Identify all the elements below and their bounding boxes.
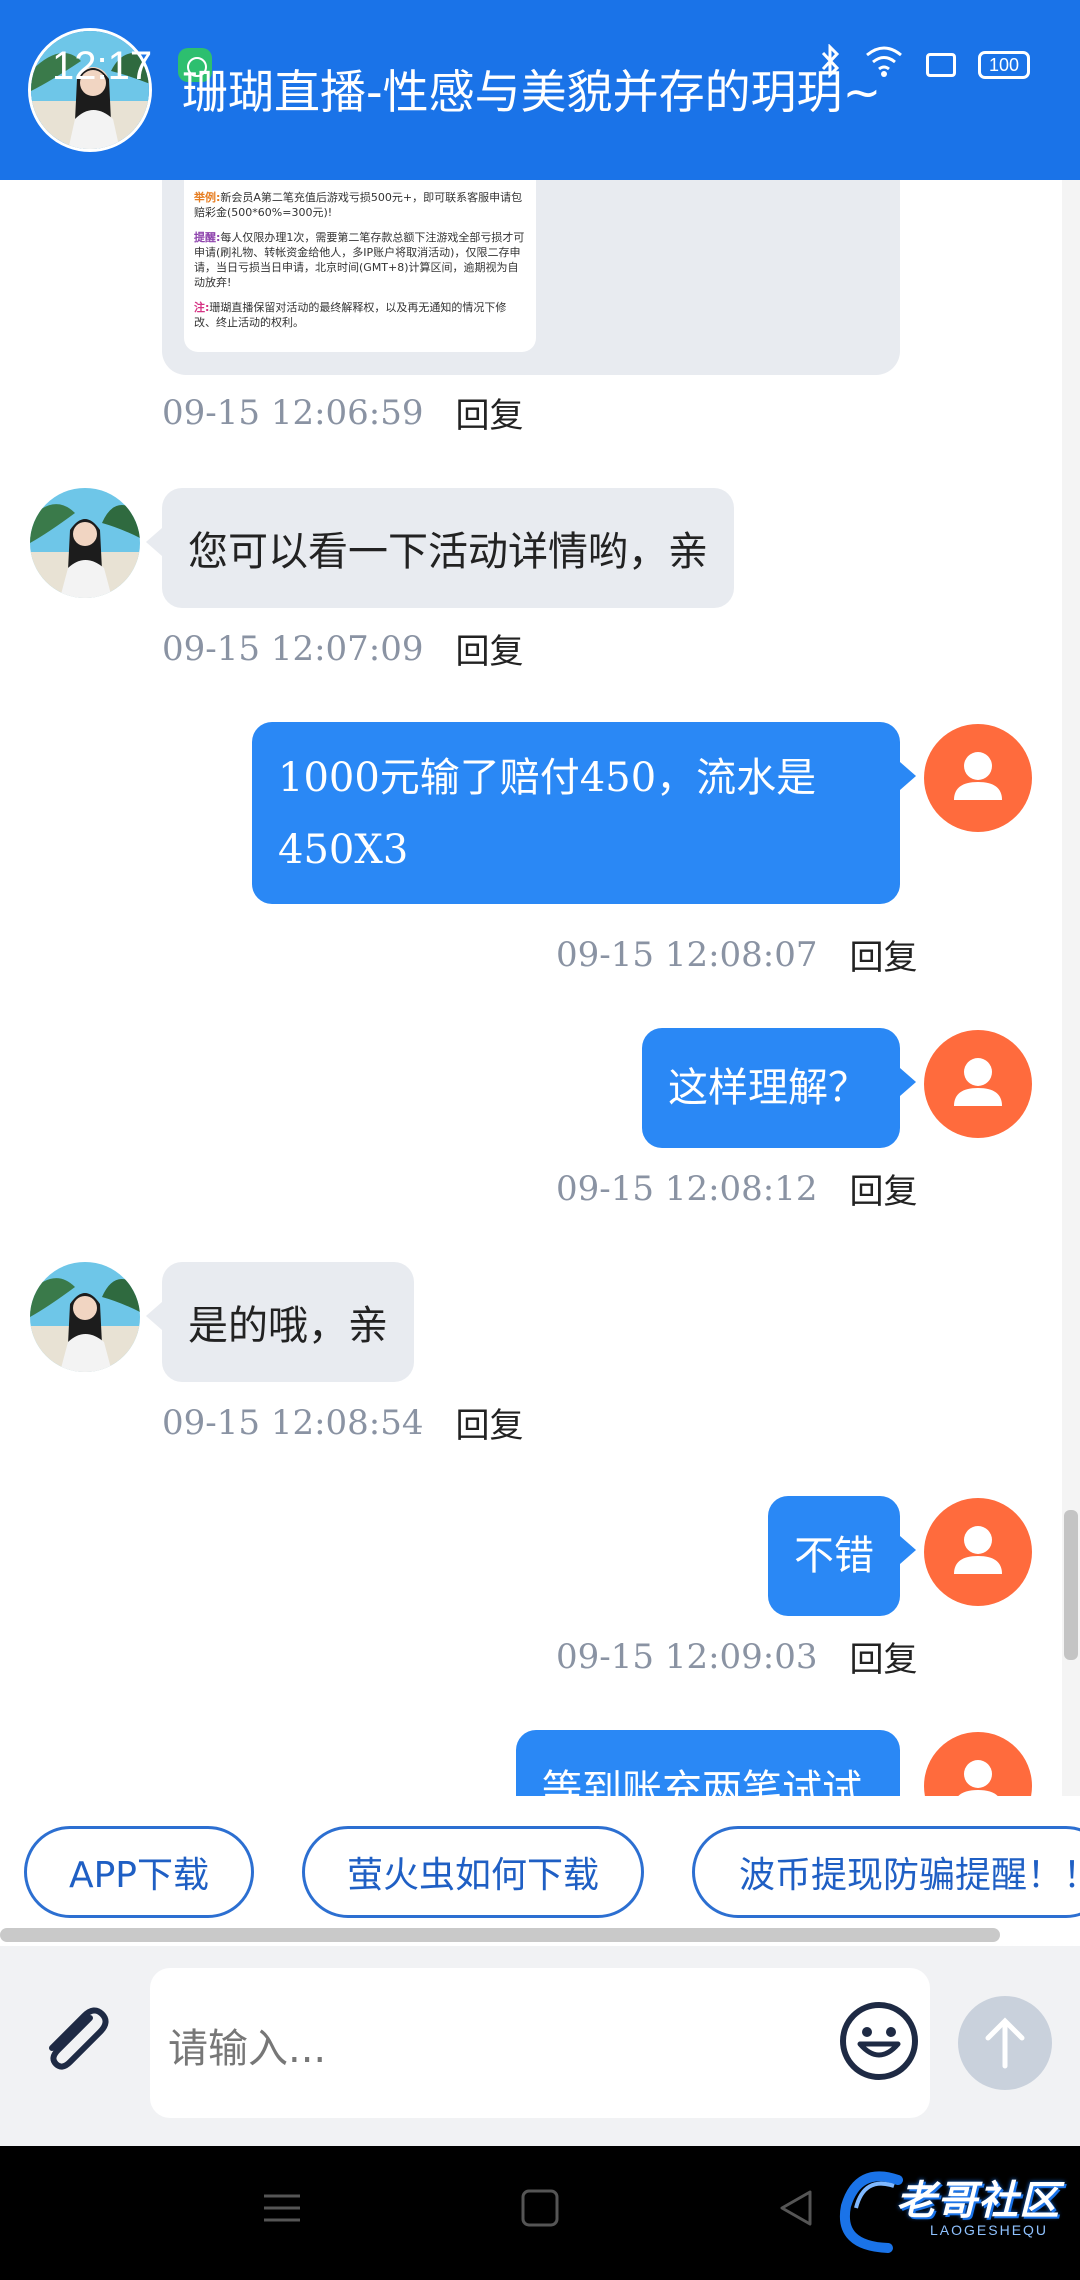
message-input[interactable]: 请输入... [150,1968,930,2118]
note-text: 珊瑚直播保留对活动的最终解释权，以及再无通知的情况下修改、终止活动的权利。 [194,301,506,329]
wifi-icon [864,45,904,85]
message-bubble-outgoing[interactable]: 这样理解？ [642,1028,900,1148]
message-bubble-outgoing[interactable]: 等到账充两笔试试 [516,1730,900,1796]
message-bubble-outgoing[interactable]: 不错 [768,1496,900,1616]
message-time: 09-15 12:09:03 [556,1637,818,1677]
message-meta: 09-15 12:08:12 回复 [556,1164,918,1213]
message-time: 09-15 12:06:59 [162,393,424,433]
sim-icon [926,53,956,77]
bluetooth-icon [820,44,842,86]
image-message[interactable]: 举例:新会员A第二笔充值后游戏亏损500元+，即可联系客服申请包赔彩金(500*… [162,180,900,375]
agent-avatar[interactable] [30,1262,140,1372]
message-bubble-outgoing[interactable]: 1000元输了赔付450，流水是 450X3 [252,722,900,904]
message-bubble-incoming[interactable]: 您可以看一下活动详情哟，亲 [162,488,734,608]
chat-title: 珊瑚直播-性感与美貌并存的玥玥~ [182,56,881,122]
reminder-text: 每人仅限办理1次，需要第二笔存款总额下注游戏全部亏损才可申请(刷礼物、转帐资金给… [194,231,524,289]
reply-button[interactable]: 回复 [850,930,918,979]
message-bubble-incoming[interactable]: 是的哦，亲 [162,1262,414,1382]
user-avatar[interactable] [924,1030,1032,1138]
watermark-text: 老哥社区 [896,2168,1060,2226]
message-text-line2: 450X3 [278,814,874,886]
back-icon[interactable] [776,2188,816,2232]
quick-reply-bar[interactable]: APP下载 萤火虫如何下载 波币提现防骗提醒！！ [0,1796,1080,1946]
message-meta: 09-15 12:06:59 回复 [162,388,524,437]
send-button[interactable] [958,1996,1052,2090]
watermark-logo: 老哥社区 LAOGESHEQU [838,2160,1068,2260]
reminder-tag: 提醒: [194,231,220,244]
message-text: 是的哦，亲 [188,1293,388,1351]
example-text: 新会员A第二笔充值后游戏亏损500元+，即可联系客服申请包赔彩金(500*60%… [194,191,522,219]
message-time: 09-15 12:08:07 [556,935,818,975]
user-avatar[interactable] [924,1732,1032,1796]
message-text-line1: 1000元输了赔付450，流水是 [278,742,874,814]
example-tag: 举例: [194,191,220,204]
reply-button[interactable]: 回复 [456,1398,524,1447]
send-arrow-icon [958,1996,1052,2090]
user-avatar-icon [924,724,1032,832]
status-time: 12:17 [52,44,152,89]
message-meta: 09-15 12:08:54 回复 [162,1398,524,1447]
chat-scrollbar-thumb[interactable] [1064,1510,1078,1660]
user-avatar[interactable] [924,1498,1032,1606]
emoji-icon[interactable] [836,1998,922,2084]
note-tag: 注: [194,301,209,314]
agent-avatar[interactable] [30,488,140,598]
input-area: 请输入... [0,1946,1080,2146]
user-avatar[interactable] [924,724,1032,832]
chat-messages[interactable]: 举例:新会员A第二笔充值后游戏亏损500元+，即可联系客服申请包赔彩金(500*… [0,180,1080,1796]
home-icon[interactable] [520,2188,560,2232]
message-time: 09-15 12:08:54 [162,1403,424,1443]
message-text: 您可以看一下活动详情哟，亲 [188,519,708,577]
menu-icon[interactable] [262,2188,302,2232]
quick-reply-app-download[interactable]: APP下载 [24,1826,254,1918]
chat-scrollbar[interactable] [1062,180,1080,1796]
quick-reply-scrollbar[interactable] [0,1928,1000,1942]
battery-icon: 100 [978,51,1030,79]
user-avatar-icon [924,1732,1032,1796]
input-placeholder: 请输入... [168,2016,326,2074]
watermark-subtext: LAOGESHEQU [930,2222,1048,2238]
attach-icon[interactable] [32,1996,116,2080]
status-icons: 100 [820,44,1030,86]
message-time: 09-15 12:08:12 [556,1169,818,1209]
activity-image[interactable]: 举例:新会员A第二笔充值后游戏亏损500元+，即可联系客服申请包赔彩金(500*… [184,180,536,352]
quick-reply-firefly-download[interactable]: 萤火虫如何下载 [302,1826,644,1918]
user-avatar-icon [924,1030,1032,1138]
user-avatar-icon [924,1498,1032,1606]
message-meta: 09-15 12:08:07 回复 [556,930,918,979]
reply-button[interactable]: 回复 [850,1632,918,1681]
reply-button[interactable]: 回复 [456,624,524,673]
message-text: 等到账充两笔试试 [542,1767,862,1796]
reply-button[interactable]: 回复 [850,1164,918,1213]
message-text: 不错 [794,1533,874,1579]
message-text: 这样理解？ [668,1065,868,1111]
message-time: 09-15 12:07:09 [162,629,424,669]
reply-button[interactable]: 回复 [456,388,524,437]
quick-reply-fraud-warning[interactable]: 波币提现防骗提醒！！ [692,1826,1080,1918]
message-meta: 09-15 12:07:09 回复 [162,624,524,673]
chat-header: 12:17 珊瑚直播-性感与美貌并存的玥玥~ 100 [0,0,1080,180]
message-meta: 09-15 12:09:03 回复 [556,1632,918,1681]
